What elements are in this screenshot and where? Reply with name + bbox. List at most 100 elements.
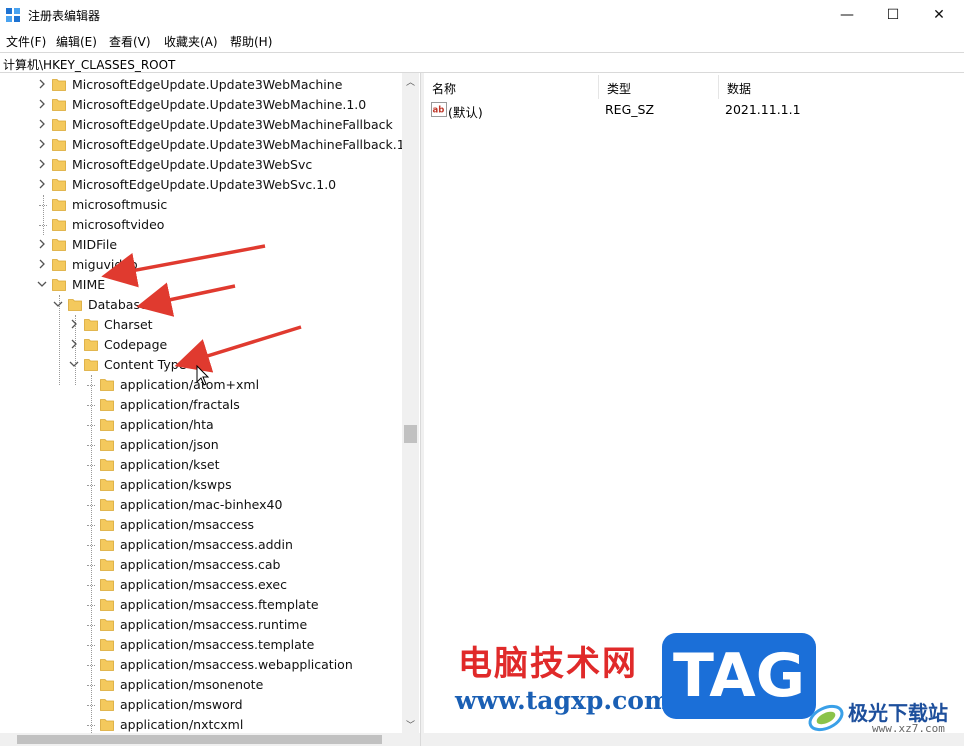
string-value-icon: ab [431,102,447,117]
tree-item-label: application/json [120,437,219,452]
tree-item-label: MicrosoftEdgeUpdate.Update3WebMachineFal… [72,117,393,132]
tree-item-label: application/msonenote [120,677,264,692]
chevron-right-icon[interactable] [37,139,47,149]
tag-logo: TAG [662,633,816,719]
folder-icon [52,219,66,231]
tree-item[interactable]: Codepage [0,335,402,355]
tree-item[interactable]: application/msaccess.ftemplate [0,595,402,615]
tree-item[interactable]: application/msaccess [0,515,402,535]
tree-item-label: application/msaccess [120,517,254,532]
folder-icon [100,379,114,391]
menu-file[interactable]: 文件(F) [6,33,46,50]
tree-item[interactable]: application/msaccess.exec [0,575,402,595]
tree-item[interactable]: MicrosoftEdgeUpdate.Update3WebMachineFal… [0,115,402,135]
chevron-right-icon[interactable] [37,99,47,109]
tree-item-label: MicrosoftEdgeUpdate.Update3WebSvc [72,157,313,172]
minimize-button[interactable]: — [824,0,870,30]
tree-item[interactable]: MicrosoftEdgeUpdate.Update3WebMachineFal… [0,135,402,155]
site-logo-icon [808,704,844,732]
column-header-name[interactable]: 名称 [424,75,599,99]
tree-item[interactable]: microsoftvideo [0,215,402,235]
tree-item[interactable]: Database [0,295,402,315]
folder-icon [84,339,98,351]
tree-item[interactable]: application/msonenote [0,675,402,695]
folder-icon [100,719,114,731]
column-header-type[interactable]: 类型 [599,75,719,99]
address-path[interactable]: 计算机\HKEY_CLASSES_ROOT [3,56,175,73]
tree-item[interactable]: miguvideo [0,255,402,275]
chevron-right-icon[interactable] [37,259,47,269]
tree-item[interactable]: MIME [0,275,402,295]
chevron-down-icon[interactable] [37,279,47,289]
chevron-right-icon[interactable] [37,159,47,169]
tree-item-label: Codepage [104,337,168,352]
tree-item[interactable]: application/fractals [0,395,402,415]
tree-item-label: MicrosoftEdgeUpdate.Update3WebSvc.1.0 [72,177,337,192]
close-button[interactable]: ✕ [916,0,962,30]
tree-item[interactable]: application/msaccess.cab [0,555,402,575]
tree-item[interactable]: application/msaccess.template [0,635,402,655]
folder-icon [100,419,114,431]
tree-item[interactable]: application/mac-binhex40 [0,495,402,515]
scroll-up-icon[interactable]: ︿ [402,73,419,90]
folder-icon [100,459,114,471]
tree-item[interactable]: application/kswps [0,475,402,495]
tree-item[interactable]: application/kset [0,455,402,475]
tree-item[interactable]: Charset [0,315,402,335]
tree-guide [87,725,95,726]
folder-icon [52,119,66,131]
tree-scroll-thumb[interactable] [404,425,417,443]
tree-item-label: application/msaccess.cab [120,557,281,572]
svg-text:ab: ab [433,106,445,116]
folder-icon [52,159,66,171]
chevron-right-icon[interactable] [37,119,47,129]
tree-item[interactable]: application/msaccess.runtime [0,615,402,635]
tree-item[interactable]: application/hta [0,415,402,435]
tree-item[interactable]: Content Type [0,355,402,375]
site-logo-url: www.xz7.com [872,722,945,735]
column-header-data[interactable]: 数据 [719,75,964,99]
tree-item[interactable]: application/atom+xml [0,375,402,395]
tree-item[interactable]: MicrosoftEdgeUpdate.Update3WebMachine.1.… [0,95,402,115]
menu-view[interactable]: 查看(V) [109,33,151,50]
tree-guide [87,665,95,666]
address-bar[interactable]: 计算机\HKEY_CLASSES_ROOT [0,52,964,73]
tree-horizontal-scrollbar[interactable] [0,733,420,746]
value-row[interactable]: ab (默认) REG_SZ 2021.11.1.1 [424,100,964,120]
tree-item-label: Database [88,297,148,312]
menu-favorites[interactable]: 收藏夹(A) [164,33,218,50]
chevron-down-icon[interactable] [69,359,79,369]
menu-edit[interactable]: 编辑(E) [56,33,97,50]
folder-icon [52,239,66,251]
tree-item[interactable]: MicrosoftEdgeUpdate.Update3WebSvc.1.0 [0,175,402,195]
tree-hscroll-thumb[interactable] [17,735,382,744]
chevron-right-icon[interactable] [37,79,47,89]
tree-item-label: application/atom+xml [120,377,260,392]
tree-item-label: MIME [72,277,106,292]
tree-item[interactable]: application/msaccess.webapplication [0,655,402,675]
tree-item[interactable]: application/nxtcxml [0,715,402,733]
tree-item[interactable]: application/msaccess.addin [0,535,402,555]
tree-guide [87,485,95,486]
tree-vertical-scrollbar[interactable]: ︿ ﹀ [402,73,419,733]
folder-icon [100,599,114,611]
tree-item[interactable]: application/msword [0,695,402,715]
tree-guide [39,225,47,226]
chevron-right-icon[interactable] [37,179,47,189]
chevron-right-icon[interactable] [69,339,79,349]
tree-item[interactable]: MicrosoftEdgeUpdate.Update3WebMachine [0,75,402,95]
tree-item[interactable]: application/json [0,435,402,455]
menu-help[interactable]: 帮助(H) [230,33,272,50]
tree-guide [87,705,95,706]
chevron-down-icon[interactable] [53,299,63,309]
tree-item[interactable]: microsoftmusic [0,195,402,215]
chevron-right-icon[interactable] [37,239,47,249]
tree-item[interactable]: MIDFile [0,235,402,255]
maximize-button[interactable]: ☐ [870,0,916,30]
value-type: REG_SZ [605,102,655,117]
chevron-right-icon[interactable] [69,319,79,329]
tree-guide [87,565,95,566]
folder-icon [52,99,66,111]
tree-item[interactable]: MicrosoftEdgeUpdate.Update3WebSvc [0,155,402,175]
scroll-down-icon[interactable]: ﹀ [402,716,419,733]
